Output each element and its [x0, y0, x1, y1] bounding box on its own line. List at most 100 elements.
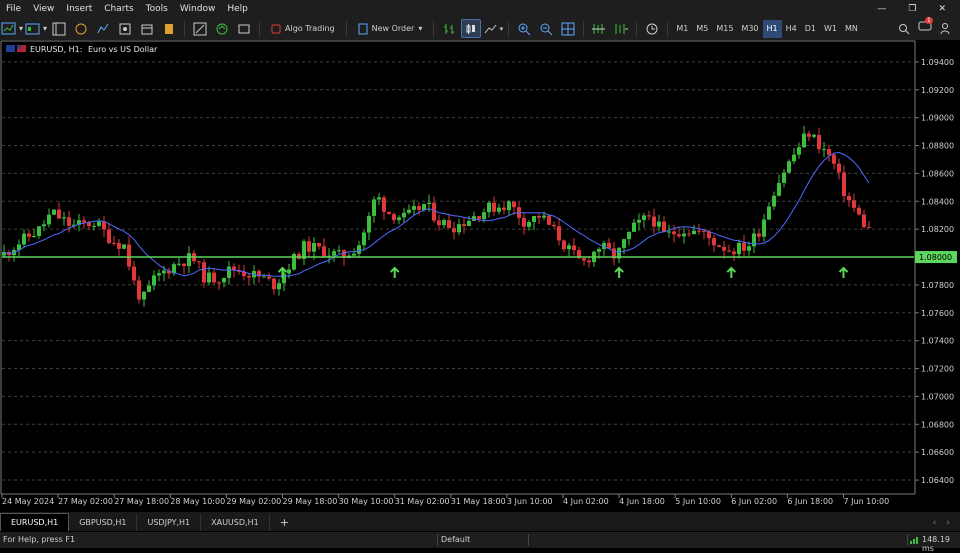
- signals-button[interactable]: [212, 19, 232, 38]
- price-tick-label: 1.09400: [921, 58, 954, 67]
- add-tab-button[interactable]: +: [270, 514, 299, 531]
- time-tick-label: 4 Jun 02:00: [563, 497, 609, 506]
- timeframe-w1[interactable]: W1: [820, 20, 841, 38]
- price-tick-label: 1.06600: [921, 448, 954, 457]
- toolbar-separator: [636, 20, 638, 37]
- candle-bullish: [812, 134, 816, 137]
- data-window-button[interactable]: [93, 19, 113, 38]
- tab-gbpusd-h1[interactable]: GBPUSD,H1: [69, 514, 138, 531]
- time-tick-label: 31 May 02:00: [395, 497, 450, 506]
- auto-scroll-button[interactable]: [611, 19, 631, 38]
- candle-bearish: [107, 229, 111, 243]
- profiles-button[interactable]: ▾: [25, 19, 47, 38]
- candle-bearish: [137, 280, 141, 300]
- candle-bullish: [642, 215, 646, 220]
- profiles-icon: [25, 23, 40, 34]
- account-icon[interactable]: [940, 22, 950, 35]
- search-icon[interactable]: [898, 23, 910, 35]
- candle-bearish: [847, 196, 851, 201]
- menu-help[interactable]: Help: [221, 4, 254, 14]
- notifications-button[interactable]: 1: [918, 17, 933, 36]
- tab-xauusd-h1[interactable]: XAUUSD,H1: [201, 514, 270, 531]
- candlesticks-icon: [466, 23, 476, 34]
- market-button[interactable]: [234, 19, 254, 38]
- chart-window[interactable]: 1.09400 1.09200 1.09000 1.08800 1.08600 1.084…: [0, 40, 960, 510]
- tile-windows-button[interactable]: [558, 19, 578, 38]
- candle-bullish: [292, 253, 296, 270]
- timeframe-mn[interactable]: MN: [841, 20, 862, 38]
- candle-bearish: [322, 246, 326, 257]
- toolbox-button[interactable]: [137, 19, 157, 38]
- time-tick-label: 6 Jun 02:00: [731, 497, 777, 506]
- restore-icon[interactable]: ❐: [902, 4, 922, 14]
- candle-bearish: [607, 242, 611, 249]
- candle-bearish: [512, 201, 516, 208]
- metaeditor-button[interactable]: [190, 19, 210, 38]
- candle-bullish: [487, 202, 491, 213]
- time-tick-label: 31 May 18:00: [451, 497, 506, 506]
- candle-bearish: [382, 197, 386, 212]
- menu-view[interactable]: View: [27, 4, 60, 14]
- close-icon[interactable]: ✕: [932, 4, 952, 14]
- chart-shift-button[interactable]: [589, 19, 609, 38]
- menu-window[interactable]: Window: [174, 4, 222, 14]
- candle-bullish: [142, 291, 146, 300]
- candle-bearish: [572, 245, 576, 251]
- menu-charts[interactable]: Charts: [98, 4, 139, 14]
- new-chart-button[interactable]: ▾: [1, 19, 23, 38]
- menu-file[interactable]: File: [0, 4, 27, 14]
- chart-background: [0, 40, 960, 510]
- candle-bullish: [407, 209, 411, 213]
- tab-scroll-right-icon[interactable]: ›: [946, 518, 950, 528]
- price-tick-label: 1.07800: [921, 281, 954, 290]
- timeframe-m30[interactable]: M30: [737, 20, 762, 38]
- timeframe-h1[interactable]: H1: [762, 19, 782, 38]
- period-clock-button[interactable]: [642, 19, 662, 38]
- candle-bearish: [687, 233, 691, 235]
- bar-chart-button[interactable]: [439, 19, 459, 38]
- algo-trading-button[interactable]: Algo Trading: [265, 19, 341, 38]
- strategy-tester-button[interactable]: [159, 19, 179, 38]
- candle-bearish: [522, 217, 526, 227]
- candle-bullish: [782, 172, 786, 183]
- us-flag-canton: [17, 45, 21, 49]
- tab-usdjpy-h1[interactable]: USDJPY,H1: [137, 514, 202, 531]
- zoom-out-button[interactable]: [536, 19, 556, 38]
- timeframe-m15[interactable]: M15: [712, 20, 737, 38]
- navigator-button[interactable]: [115, 19, 135, 38]
- zoom-in-button[interactable]: [514, 19, 534, 38]
- price-chart[interactable]: 1.09400 1.09200 1.09000 1.08800 1.08600 1.084…: [0, 40, 960, 510]
- candle-bearish: [492, 202, 496, 212]
- new-order-icon: [358, 23, 368, 34]
- timeframe-m5[interactable]: M5: [692, 20, 712, 38]
- candle-bullish: [427, 202, 431, 204]
- timeframe-d1[interactable]: D1: [801, 20, 820, 38]
- candlesticks-button[interactable]: [461, 19, 482, 38]
- candle-bullish: [22, 233, 26, 245]
- status-separator: [437, 534, 438, 546]
- new-order-button[interactable]: New Order ▾: [352, 19, 429, 38]
- bar-chart-icon: [444, 23, 455, 34]
- tab-scroll-left-icon[interactable]: ‹: [933, 518, 937, 528]
- candle-bearish: [307, 241, 311, 252]
- candle-bullish: [532, 215, 536, 223]
- candle-bullish: [177, 263, 181, 265]
- candle-bearish: [127, 244, 131, 267]
- candle-bullish: [737, 242, 741, 255]
- timeframe-m1[interactable]: M1: [672, 20, 692, 38]
- menu-tools[interactable]: Tools: [140, 4, 174, 14]
- candle-bearish: [387, 211, 391, 214]
- candle-bullish: [287, 269, 291, 274]
- minimize-icon[interactable]: —: [871, 4, 892, 14]
- candle-bullish: [627, 231, 631, 240]
- tab-eurusd-h1[interactable]: EURUSD,H1: [0, 513, 70, 531]
- menu-insert[interactable]: Insert: [60, 4, 98, 14]
- market-watch-button[interactable]: [71, 19, 91, 38]
- status-help-text: For Help, press F1: [3, 535, 76, 544]
- line-chart-icon: [484, 24, 496, 33]
- timeframe-h4[interactable]: H4: [782, 20, 801, 38]
- time-tick-label: 29 May 02:00: [226, 497, 281, 506]
- templates-button[interactable]: [49, 19, 69, 38]
- line-chart-button[interactable]: ▾: [483, 19, 503, 38]
- candle-bullish: [362, 232, 366, 246]
